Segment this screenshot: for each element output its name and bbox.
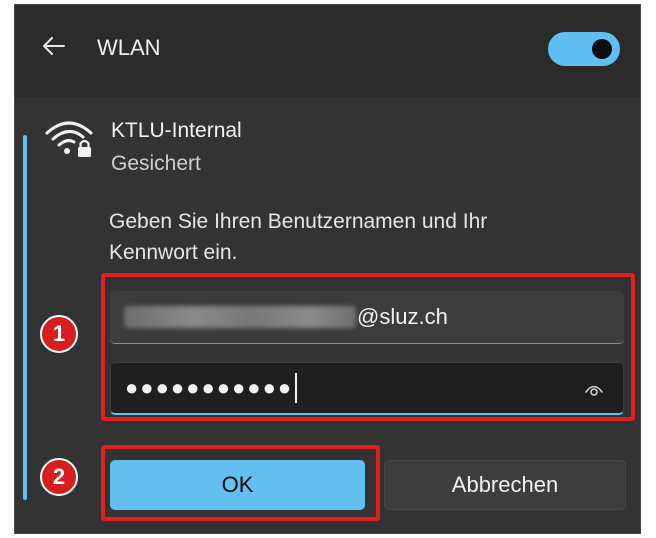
wifi-secured-icon <box>45 121 93 157</box>
toggle-knob <box>592 39 612 59</box>
network-status: Gesichert <box>111 152 201 175</box>
step-badge-1: 1 <box>40 315 78 353</box>
cancel-button[interactable]: Abbrechen <box>384 460 626 510</box>
wlan-flyout: WLAN KTLU-Internal Gesichert Geben Sie I… <box>14 4 641 534</box>
back-arrow-icon <box>43 37 65 55</box>
step-badge-2: 2 <box>40 458 78 496</box>
credentials-highlight <box>101 273 635 421</box>
network-name: KTLU-Internal <box>111 119 242 142</box>
ok-highlight <box>101 445 380 521</box>
wlan-toggle[interactable] <box>548 32 620 66</box>
credentials-prompt: Geben Sie Ihren Benutzernamen und Ihr Ke… <box>109 210 488 264</box>
network-card: KTLU-Internal Gesichert Geben Sie Ihren … <box>15 97 640 533</box>
back-button[interactable] <box>39 31 69 61</box>
page-title: WLAN <box>97 35 161 60</box>
flyout-header: WLAN <box>15 5 640 95</box>
selection-accent-bar <box>23 135 27 500</box>
